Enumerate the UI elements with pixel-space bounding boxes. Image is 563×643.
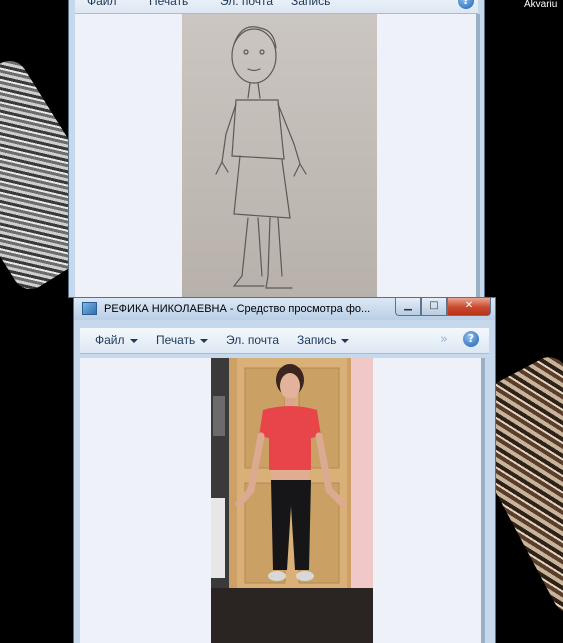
back-menu-burn[interactable]: Запись (291, 0, 330, 8)
help-icon[interactable]: ? (463, 331, 479, 347)
maximize-icon: □ (429, 300, 439, 311)
desktop-icon-label[interactable]: Akvariu (524, 0, 557, 10)
overflow-chevron-icon[interactable]: » (440, 332, 448, 347)
window-title: РЕФИКА НИКОЛАЕВНА - Средство просмотра ф… (104, 303, 371, 315)
menu-burn-label: Запись (297, 333, 337, 347)
pencil-drawing-photo (182, 14, 377, 298)
chevron-down-icon (341, 338, 350, 343)
photo-art (211, 358, 373, 643)
photo-viewer-icon (82, 302, 97, 315)
back-help-icon[interactable]: ? (458, 0, 474, 9)
menu-email-label: Эл. почта (226, 333, 280, 347)
desktop: Akvariu Файл Печать Эл. почта Запись ? Р… (0, 0, 563, 643)
menu-print[interactable]: Печать (156, 333, 209, 347)
menu-file[interactable]: Файл (95, 333, 138, 347)
back-photo-viewport (75, 14, 480, 298)
menu-print-label: Печать (156, 333, 196, 347)
pencil-drawing-art (215, 26, 307, 289)
close-button[interactable]: ✕ (447, 298, 491, 316)
back-menu-print[interactable]: Печать (149, 0, 188, 8)
minimize-icon: ▁ (404, 300, 412, 311)
photo-viewer-window[interactable]: РЕФИКА НИКОЛАЕВНА - Средство просмотра ф… (73, 297, 496, 643)
menu-file-label: Файл (95, 333, 125, 347)
back-photo-viewer-window[interactable]: Файл Печать Эл. почта Запись ? (68, 0, 485, 298)
back-menu-email[interactable]: Эл. почта (220, 0, 273, 8)
maximize-button[interactable]: □ (421, 298, 447, 316)
title-bar[interactable]: РЕФИКА НИКОЛАЕВНА - Средство просмотра ф… (74, 298, 495, 320)
chevron-down-icon (129, 338, 138, 343)
caption-buttons: ▁ □ ✕ (395, 298, 491, 316)
command-bar: Файл Печать Эл. почта Запись » ? (80, 328, 489, 354)
photo-image (211, 358, 373, 643)
back-scrollbar[interactable] (476, 14, 480, 298)
minimize-button[interactable]: ▁ (395, 298, 421, 316)
back-command-bar: Файл Печать Эл. почта Запись ? (75, 0, 478, 14)
close-icon: ✕ (464, 300, 474, 311)
back-menu-file[interactable]: Файл (87, 0, 117, 8)
chevron-down-icon (200, 338, 209, 343)
photo-viewport (80, 358, 485, 643)
scrollbar[interactable] (481, 358, 485, 643)
menu-burn[interactable]: Запись (297, 333, 350, 347)
menu-email[interactable]: Эл. почта (226, 333, 279, 347)
